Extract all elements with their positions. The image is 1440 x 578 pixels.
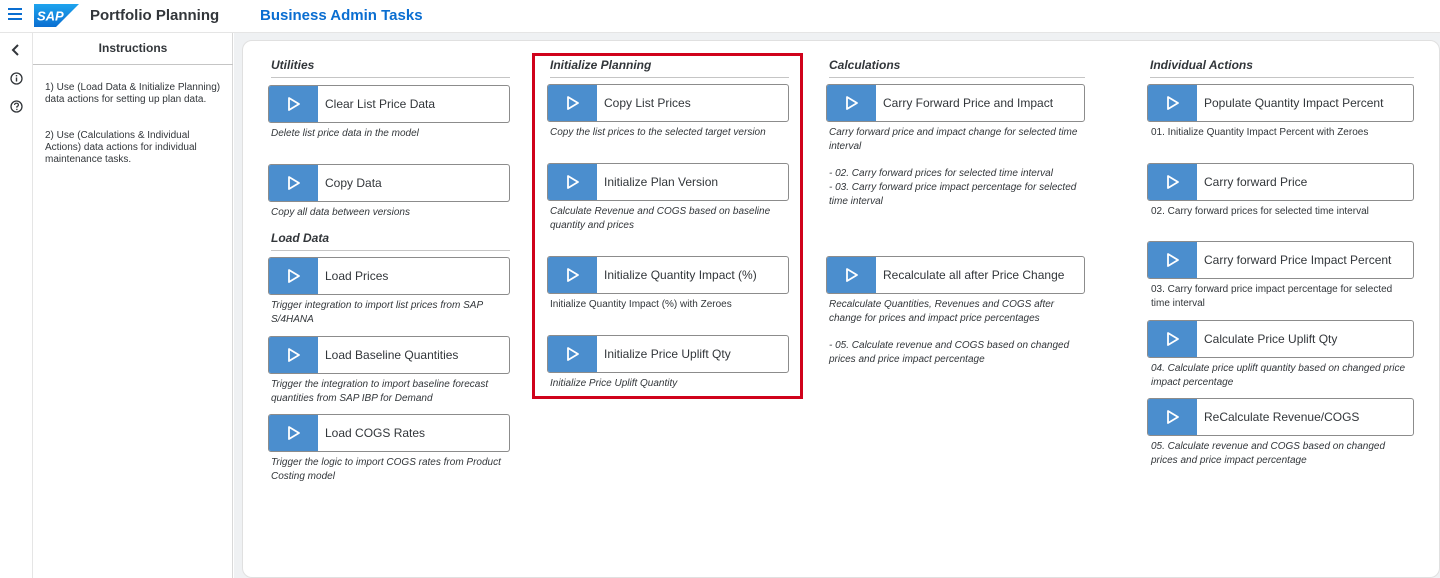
play-icon: [269, 86, 318, 122]
section-header-utilities: Utilities: [271, 58, 510, 78]
carry-forward-price-button[interactable]: Carry forward Price: [1147, 163, 1414, 201]
page-title: Business Admin Tasks: [260, 7, 423, 24]
app-title: Portfolio Planning: [90, 7, 220, 24]
section-header-load-data: Load Data: [271, 231, 510, 251]
action-description: Trigger the logic to import COGS rates f…: [271, 457, 501, 482]
instruction-text: 1) Use (Load Data & Initialize Planning)…: [45, 82, 221, 105]
action-description: 03. Carry forward price impact percentag…: [1151, 284, 1393, 309]
button-label: Calculate Price Uplift Qty: [1204, 332, 1338, 346]
play-icon: [1148, 85, 1197, 121]
action-description: Carry forward price and impact change fo…: [829, 127, 1078, 152]
action-description: - 03. Carry forward price impact percent…: [829, 182, 1077, 207]
action-description: Trigger the integration to import baseli…: [271, 379, 489, 404]
copy-data-button[interactable]: Copy Data: [268, 164, 510, 202]
action-description: Recalculate Quantities, Revenues and COG…: [829, 299, 1055, 324]
button-label: ReCalculate Revenue/COGS: [1204, 410, 1360, 424]
play-icon: [1148, 242, 1197, 278]
instruction-text: 2) Use (Calculations & Individual Action…: [45, 130, 197, 165]
action-description: 05. Calculate revenue and COGS based on …: [1151, 441, 1386, 466]
divider: [33, 64, 233, 65]
button-label: Carry forward Price Impact Percent: [1204, 253, 1392, 267]
instructions-title: Instructions: [98, 41, 168, 55]
help-icon[interactable]: [7, 97, 25, 115]
button-label: Carry Forward Price and Impact: [883, 96, 1054, 110]
button-label: Copy Data: [325, 176, 382, 190]
play-icon: [1148, 164, 1197, 200]
recalculate-all-after-price-change-button[interactable]: Recalculate all after Price Change: [826, 256, 1085, 294]
shell-bar: SAP Portfolio Planning Business Admin Ta…: [0, 0, 1440, 33]
action-description: - 02. Carry forward prices for selected …: [829, 168, 1053, 179]
section-header-calculations: Calculations: [829, 58, 1085, 78]
play-icon: [1148, 399, 1197, 435]
info-icon[interactable]: [7, 69, 25, 87]
populate-quantity-impact-percent-button[interactable]: Populate Quantity Impact Percent: [1147, 84, 1414, 122]
button-label: Recalculate all after Price Change: [883, 268, 1065, 282]
sap-logo[interactable]: SAP: [34, 4, 79, 27]
instructions-panel: Instructions 1) Use (Load Data & Initial…: [33, 33, 233, 578]
play-icon: [269, 337, 318, 373]
clear-list-price-data-button[interactable]: Clear List Price Data: [268, 85, 510, 123]
play-icon: [827, 257, 876, 293]
play-icon: [1148, 321, 1197, 357]
load-prices-button[interactable]: Load Prices: [268, 257, 510, 295]
recalculate-revenue-cogs-button[interactable]: ReCalculate Revenue/COGS: [1147, 398, 1414, 436]
action-description: 02. Carry forward prices for selected ti…: [1151, 206, 1369, 217]
action-description: 01. Initialize Quantity Impact Percent w…: [1151, 127, 1369, 138]
calculate-price-uplift-qty-button[interactable]: Calculate Price Uplift Qty: [1147, 320, 1414, 358]
section-header-individual-actions: Individual Actions: [1150, 58, 1414, 78]
play-icon: [269, 165, 318, 201]
menu-icon[interactable]: [8, 8, 22, 22]
highlight-box: [532, 53, 803, 399]
play-icon: [269, 258, 318, 294]
button-label: Carry forward Price: [1204, 175, 1308, 189]
button-label: Load Baseline Quantities: [325, 348, 459, 362]
carry-forward-price-impact-percent-button[interactable]: Carry forward Price Impact Percent: [1147, 241, 1414, 279]
action-description: Trigger integration to import list price…: [271, 300, 483, 325]
button-label: Load COGS Rates: [325, 426, 426, 440]
action-description: Delete list price data in the model: [271, 128, 419, 139]
load-cogs-rates-button[interactable]: Load COGS Rates: [268, 414, 510, 452]
action-description: 04. Calculate price uplift quantity base…: [1151, 363, 1406, 388]
play-icon: [269, 415, 318, 451]
button-label: Populate Quantity Impact Percent: [1204, 96, 1384, 110]
load-baseline-quantities-button[interactable]: Load Baseline Quantities: [268, 336, 510, 374]
button-label: Clear List Price Data: [325, 97, 436, 111]
side-rail: [0, 33, 33, 578]
action-description: Copy all data between versions: [271, 207, 410, 218]
carry-forward-price-and-impact-button[interactable]: Carry Forward Price and Impact: [826, 84, 1085, 122]
play-icon: [827, 85, 876, 121]
collapse-chevron-icon[interactable]: [7, 41, 25, 59]
sap-logo-text: SAP: [37, 9, 64, 24]
button-label: Load Prices: [325, 269, 389, 283]
action-description: - 05. Calculate revenue and COGS based o…: [829, 340, 1070, 365]
